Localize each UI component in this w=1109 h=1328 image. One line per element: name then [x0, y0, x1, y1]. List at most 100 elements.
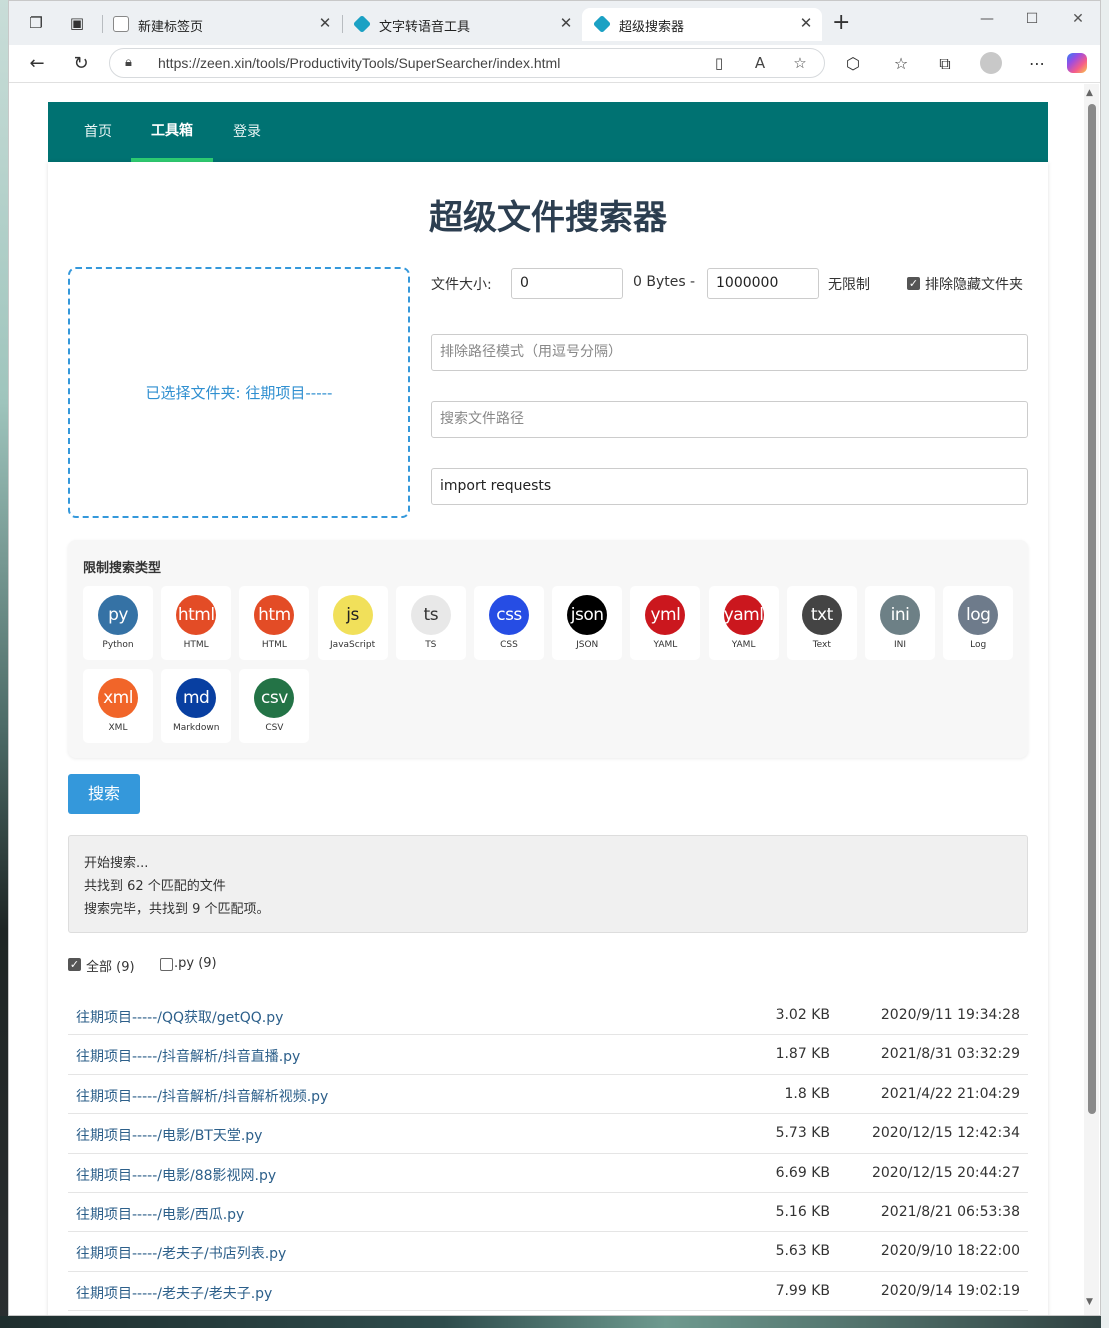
file-type-csv[interactable]: csv CSV [239, 669, 310, 743]
url-field[interactable]: 🔒︎ https://zeen.xin/tools/ProductivityTo… [109, 48, 825, 78]
file-type-htm[interactable]: htm HTML [239, 586, 310, 660]
site-navbar: 首页 工具箱 登录 [48, 102, 1048, 162]
result-path-link[interactable]: 往期项目-----/电影/BT天堂.py [76, 1125, 262, 1145]
nav-item-toolbox[interactable]: 工具箱 [131, 102, 213, 162]
main-card: 超级文件搜索器 已选择文件夹: 往期项目----- 文件大小: 0 0 Byte… [48, 162, 1048, 1315]
maximize-icon[interactable]: ☐ [1022, 11, 1042, 27]
log-line: 搜索完毕，共找到 9 个匹配项。 [84, 902, 270, 917]
search-query-input[interactable]: import requests [431, 468, 1028, 505]
file-type-icon: json [567, 595, 608, 635]
file-type-xml[interactable]: xml XML [83, 669, 153, 743]
tab-label: 文字转语音工具 [379, 19, 471, 34]
file-type-name: YAML [731, 640, 756, 650]
file-type-css[interactable]: css CSS [474, 586, 544, 660]
file-type-html[interactable]: html HTML [161, 586, 232, 660]
filter-py-checkbox[interactable] [160, 958, 173, 971]
refresh-icon[interactable]: ↻ [69, 52, 93, 76]
result-path-link[interactable]: 往期项目-----/QQ获取/getQQ.py [76, 1007, 283, 1027]
page-viewport: 首页 工具箱 登录 超级文件搜索器 已选择文件夹: 往期项目----- 文件大小… [9, 84, 1100, 1315]
file-type-icon: txt [801, 595, 842, 635]
file-type-icon: csv [254, 678, 295, 718]
tab-label: 新建标签页 [138, 19, 204, 34]
search-path-input[interactable]: 搜索文件路径 [431, 401, 1028, 438]
result-row: 往期项目-----/抖音解析/抖音直播.py 1.87 KB 2021/8/31 0… [68, 1035, 1028, 1075]
browser-window: ❐ ▣ 新建标签页 ✕ 文字转语音工具 ✕ 超级搜索器 ✕ + — ☐ ✕ ← … [8, 0, 1101, 1316]
tab-text-to-speech[interactable]: 文字转语音工具 ✕ [342, 8, 582, 41]
size-min-input[interactable]: 0 [511, 268, 623, 299]
result-date: 2020/9/11 19:34:28 [880, 1007, 1020, 1023]
more-menu-icon[interactable]: ⋯ [1026, 54, 1048, 73]
file-type-yml[interactable]: yml YAML [630, 586, 701, 660]
favorite-star-icon[interactable]: ☆ [790, 54, 810, 72]
file-type-json[interactable]: json JSON [552, 586, 623, 660]
close-tab-icon[interactable]: ✕ [317, 14, 333, 32]
file-type-icon: js [332, 595, 373, 635]
nav-item-login[interactable]: 登录 [217, 102, 277, 162]
file-type-log[interactable]: log Log [943, 586, 1014, 660]
file-type-js[interactable]: js JavaScript [317, 586, 388, 660]
file-type-filter-panel: 限制搜索类型 py Python html HTML htm HTML js JavaScri… [68, 540, 1028, 758]
types-title: 限制搜索类型 [83, 561, 162, 576]
collections-icon[interactable]: ⧉ [934, 54, 956, 74]
result-row: 往期项目-----/老夫子/书店列表.py 5.63 KB 2020/9/10 18… [68, 1232, 1028, 1272]
size-max-input[interactable]: 1000000 [707, 268, 819, 299]
result-path-link[interactable]: 往期项目-----/抖音解析/抖音解析视频.py [76, 1086, 328, 1106]
result-size: 5.16 KB [775, 1203, 830, 1220]
page-scrollbar[interactable]: ▲ ▼ [1084, 84, 1099, 1315]
size-max-text: 无限制 [828, 277, 870, 293]
lock-icon[interactable]: 🔒︎ [125, 55, 132, 70]
file-type-txt[interactable]: txt Text [786, 586, 857, 660]
tab-new-tab[interactable]: 新建标签页 ✕ [101, 8, 341, 41]
tool-favicon-icon [592, 14, 612, 34]
favorites-icon[interactable]: ☆ [890, 54, 912, 73]
result-row: 往期项目-----/老夫子/老夫子.py 7.99 KB 2020/9/14 19:… [68, 1272, 1028, 1312]
profile-avatar-icon[interactable] [980, 52, 1002, 74]
result-path-link[interactable]: 往期项目-----/电影/西瓜.py [76, 1204, 244, 1224]
close-tab-icon[interactable]: ✕ [558, 14, 574, 32]
close-window-icon[interactable]: ✕ [1068, 11, 1088, 27]
scrollbar-thumb[interactable] [1088, 104, 1096, 1114]
file-type-ts[interactable]: ts TS [395, 586, 466, 660]
result-path-link[interactable]: 往期项目-----/老夫子/书店列表.py [76, 1243, 286, 1263]
result-path-link[interactable]: 往期项目-----/电影/88影视网.py [76, 1165, 276, 1185]
page-title: 超级文件搜索器 [429, 198, 667, 238]
tab-actions-icon[interactable]: ▣ [68, 14, 86, 32]
scroll-down-icon[interactable]: ▼ [1086, 1297, 1093, 1307]
folder-dropzone[interactable]: 已选择文件夹: 往期项目----- [68, 267, 410, 518]
read-aloud-icon[interactable]: A [750, 54, 770, 72]
filter-all-checkbox[interactable]: ✓ [68, 958, 81, 971]
size-min-text: 0 Bytes [633, 274, 686, 290]
result-row: 往期项目-----/电影/88影视网.py 6.69 KB 2020/12/15 2… [68, 1154, 1028, 1193]
file-type-name: JSON [576, 640, 599, 650]
desktop-background-right [1101, 0, 1109, 1328]
result-path-link[interactable]: 往期项目-----/老夫子/老夫子.py [76, 1283, 272, 1303]
close-tab-icon[interactable]: ✕ [798, 14, 814, 32]
file-type-name: HTML [183, 640, 209, 650]
file-type-yaml[interactable]: yaml YAML [708, 586, 779, 660]
scroll-up-icon[interactable]: ▲ [1086, 88, 1093, 98]
file-type-icon: html [176, 595, 217, 635]
new-tab-favicon-icon [113, 16, 129, 32]
reader-mode-icon[interactable]: ▯ [709, 54, 729, 72]
file-type-icon: log [958, 595, 999, 635]
copilot-icon[interactable] [1067, 53, 1087, 73]
search-button[interactable]: 搜索 [68, 774, 140, 814]
nav-item-home[interactable]: 首页 [68, 102, 128, 162]
extensions-icon[interactable]: ⬡ [842, 54, 864, 73]
result-size: 5.73 KB [775, 1125, 830, 1142]
file-type-py[interactable]: py Python [83, 586, 153, 660]
result-date: 2021/8/21 06:53:38 [880, 1203, 1020, 1220]
new-tab-icon[interactable]: + [832, 11, 850, 35]
result-size: 1.8 KB [784, 1085, 831, 1102]
exclude-path-input[interactable]: 排除路径模式（用逗号分隔） [431, 334, 1028, 371]
back-icon[interactable]: ← [25, 52, 49, 76]
workspaces-icon[interactable]: ❐ [27, 14, 45, 32]
file-type-md[interactable]: md Markdown [161, 669, 232, 743]
result-path-link[interactable]: 往期项目-----/抖音解析/抖音直播.py [76, 1046, 300, 1066]
result-row: 往期项目-----/抖音解析/抖音解析视频.py 1.8 KB 2021/4/22 … [68, 1075, 1028, 1115]
minimize-icon[interactable]: — [977, 11, 997, 27]
file-type-ini[interactable]: ini INI [865, 586, 935, 660]
file-type-icon: xml [98, 678, 138, 718]
exclude-hidden-checkbox[interactable]: ✓ [907, 277, 920, 290]
tab-super-searcher[interactable]: 超级搜索器 ✕ [582, 8, 822, 41]
